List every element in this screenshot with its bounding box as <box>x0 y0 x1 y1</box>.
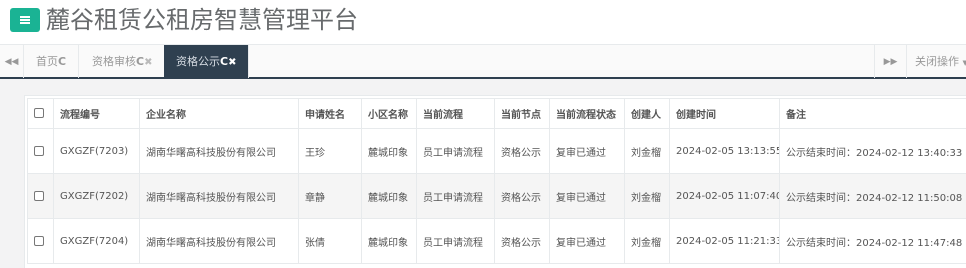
creator-cell: 刘金榴 <box>624 128 670 174</box>
column-header[interactable]: 流程编号 <box>53 98 140 129</box>
table-row[interactable]: GXGZF(7204) 湖南华曙高科技股份有限公司 张倩 麓城印象 员工申请流程… <box>27 218 966 264</box>
close-operations-dropdown[interactable]: 关闭操作 ▼ <box>906 45 966 78</box>
remark-cell: 公示结束时间：2024-02-12 11:50:08 <box>779 173 966 219</box>
process-id-cell: GXGZF(7203) <box>53 128 140 174</box>
column-header[interactable]: 小区名称 <box>361 98 417 129</box>
created-time-cell: 2024-02-05 11:07:40 <box>669 173 780 219</box>
process-id-cell: GXGZF(7202) <box>53 173 140 219</box>
remark-cell: 公示结束时间：2024-02-12 13:40:33 <box>779 128 966 174</box>
tab-publicity[interactable]: 资格公示C✖ <box>164 45 250 78</box>
double-right-arrow-icon: ▶▶ <box>883 56 898 67</box>
column-header[interactable]: 创建人 <box>624 98 670 129</box>
select-all-cell <box>27 98 54 129</box>
table-header-row: 流程编号 企业名称 申请姓名 小区名称 当前流程 当前节点 当前流程状态 创建人… <box>27 98 966 129</box>
app-title: 麓谷租赁公租房智慧管理平台 <box>46 6 358 34</box>
table-row[interactable]: GXGZF(7203) 湖南华曙高科技股份有限公司 王珍 麓城印象 员工申请流程… <box>27 128 966 174</box>
community-cell: 麓城印象 <box>361 128 417 174</box>
row-checkbox[interactable] <box>34 235 44 246</box>
tab-scroll-left-button[interactable]: ◀◀ <box>0 45 24 78</box>
community-cell: 麓城印象 <box>361 218 417 264</box>
refresh-icon[interactable]: C <box>58 55 66 68</box>
tab-bar: ◀◀ 首页C 资格审核C✖ 资格公示C✖ ▶▶ 关闭操作 ▼ <box>0 44 966 79</box>
applicant-cell: 章静 <box>298 173 362 219</box>
tab-publicity-label: 资格公示 <box>176 55 220 68</box>
select-all-checkbox[interactable] <box>34 108 44 118</box>
status-cell: 复审已通过 <box>549 218 625 264</box>
community-cell: 麓城印象 <box>361 173 417 219</box>
node-cell: 资格公示 <box>494 128 550 174</box>
close-operations-label: 关闭操作 <box>915 55 959 68</box>
row-select-cell <box>27 218 54 264</box>
column-header[interactable]: 当前流程状态 <box>549 98 625 129</box>
row-checkbox[interactable] <box>34 190 44 201</box>
refresh-icon[interactable]: C <box>136 55 144 68</box>
caret-down-icon: ▼ <box>962 59 966 67</box>
process-id-cell: GXGZF(7204) <box>53 218 140 264</box>
column-header[interactable]: 企业名称 <box>139 98 299 129</box>
menu-toggle-button[interactable] <box>10 8 40 32</box>
applicant-cell: 张倩 <box>298 218 362 264</box>
status-cell: 复审已通过 <box>549 173 625 219</box>
row-checkbox[interactable] <box>34 145 44 156</box>
node-cell: 资格公示 <box>494 218 550 264</box>
company-cell: 湖南华曙高科技股份有限公司 <box>139 128 299 174</box>
table-panel: 流程编号 企业名称 申请姓名 小区名称 当前流程 当前节点 当前流程状态 创建人… <box>24 95 966 268</box>
column-header[interactable]: 当前节点 <box>494 98 550 129</box>
process-cell: 员工申请流程 <box>416 173 495 219</box>
process-cell: 员工申请流程 <box>416 128 495 174</box>
content-area: 流程编号 企业名称 申请姓名 小区名称 当前流程 当前节点 当前流程状态 创建人… <box>0 79 966 268</box>
column-header[interactable]: 当前流程 <box>416 98 495 129</box>
close-icon[interactable]: ✖ <box>144 57 152 68</box>
column-header[interactable]: 创建时间 <box>669 98 780 129</box>
created-time-cell: 2024-02-05 13:13:55 <box>669 128 780 174</box>
column-header[interactable]: 申请姓名 <box>298 98 362 129</box>
column-header[interactable]: 备注 <box>779 98 966 129</box>
top-header: 麓谷租赁公租房智慧管理平台 <box>0 0 966 44</box>
company-cell: 湖南华曙高科技股份有限公司 <box>139 218 299 264</box>
tab-review[interactable]: 资格审核C✖ <box>80 45 166 78</box>
double-left-arrow-icon: ◀◀ <box>4 56 19 67</box>
tab-review-label: 资格审核 <box>92 55 136 68</box>
company-cell: 湖南华曙高科技股份有限公司 <box>139 173 299 219</box>
tab-home[interactable]: 首页C <box>24 45 80 78</box>
close-icon[interactable]: ✖ <box>228 57 236 68</box>
row-select-cell <box>27 173 54 219</box>
tab-home-label: 首页 <box>36 55 58 68</box>
applicant-cell: 王珍 <box>298 128 362 174</box>
refresh-icon[interactable]: C <box>220 55 228 68</box>
creator-cell: 刘金榴 <box>624 173 670 219</box>
remark-cell: 公示结束时间：2024-02-12 11:47:48 <box>779 218 966 264</box>
table-row[interactable]: GXGZF(7202) 湖南华曙高科技股份有限公司 章静 麓城印象 员工申请流程… <box>27 173 966 219</box>
creator-cell: 刘金榴 <box>624 218 670 264</box>
hamburger-icon <box>20 16 30 24</box>
process-cell: 员工申请流程 <box>416 218 495 264</box>
row-select-cell <box>27 128 54 174</box>
status-cell: 复审已通过 <box>549 128 625 174</box>
data-table: 流程编号 企业名称 申请姓名 小区名称 当前流程 当前节点 当前流程状态 创建人… <box>27 98 966 264</box>
node-cell: 资格公示 <box>494 173 550 219</box>
tab-scroll-right-button[interactable]: ▶▶ <box>874 45 906 78</box>
created-time-cell: 2024-02-05 11:21:33 <box>669 218 780 264</box>
